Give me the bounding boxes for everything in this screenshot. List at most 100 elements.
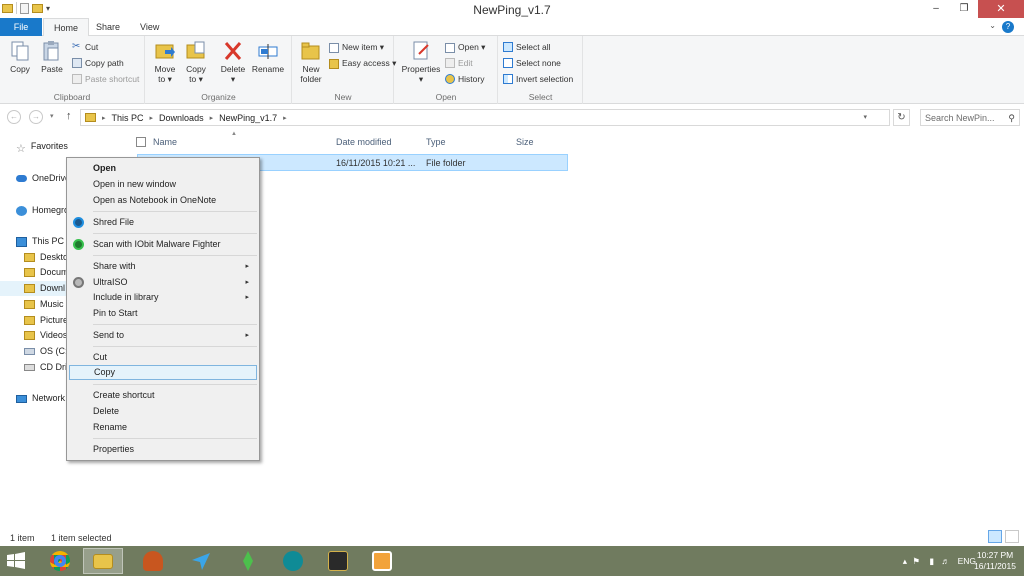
submenu-arrow-icon: ▸ bbox=[245, 294, 249, 301]
help-icon[interactable]: ? bbox=[1002, 21, 1014, 33]
tab-file[interactable]: File bbox=[0, 18, 42, 36]
chevron-right-icon[interactable]: ▸ bbox=[150, 114, 154, 122]
open-button[interactable]: Open ▾ bbox=[445, 42, 485, 53]
new-folder-button[interactable]: New folder bbox=[297, 40, 325, 84]
search-input[interactable]: Search NewPin... ⚲ bbox=[920, 109, 1020, 126]
close-button[interactable]: ✕ bbox=[978, 0, 1024, 18]
column-header-date-modified[interactable]: Date modified bbox=[336, 137, 392, 147]
column-header-name[interactable]: Name bbox=[153, 137, 177, 147]
copy-to-icon bbox=[186, 40, 206, 62]
menu-item-rename[interactable]: Rename bbox=[69, 420, 257, 435]
column-header-type[interactable]: Type bbox=[426, 137, 446, 147]
volume-icon[interactable]: ♬ bbox=[942, 556, 951, 566]
chevron-down-icon[interactable]: ▾ bbox=[863, 113, 867, 121]
delete-icon bbox=[223, 40, 243, 62]
clock[interactable]: 10:27 PM 16/11/2015 bbox=[974, 550, 1016, 572]
nav-favorites[interactable]: ☆ Favorites bbox=[16, 139, 143, 154]
menu-item-scan[interactable]: Scan with IObit Malware Fighter bbox=[69, 237, 257, 252]
menu-item-create-shortcut[interactable]: Create shortcut bbox=[69, 388, 257, 403]
paste-shortcut-button[interactable]: Paste shortcut bbox=[72, 74, 139, 84]
taskbar-app-3[interactable] bbox=[133, 548, 173, 574]
menu-item-open-onenote[interactable]: Open as Notebook in OneNote bbox=[69, 193, 257, 208]
up-button[interactable]: ↑ bbox=[66, 110, 72, 122]
cut-label: Cut bbox=[85, 42, 99, 52]
edit-button[interactable]: Edit bbox=[445, 58, 473, 68]
taskbar-app-5[interactable] bbox=[228, 548, 268, 574]
rename-label: Rename bbox=[251, 64, 285, 74]
menu-item-delete[interactable]: Delete bbox=[69, 404, 257, 419]
tab-home[interactable]: Home bbox=[43, 18, 90, 37]
address-bar[interactable]: ▸ This PC ▸ Downloads ▸ NewPing_v1.7 ▸ ▾ bbox=[80, 109, 890, 126]
taskbar-app-7[interactable] bbox=[318, 548, 358, 574]
copy-label: Copy bbox=[10, 64, 30, 74]
chevron-right-icon[interactable]: ▸ bbox=[283, 114, 287, 122]
submenu-arrow-icon: ▸ bbox=[245, 279, 249, 286]
taskbar-arduino[interactable] bbox=[273, 548, 313, 574]
easy-access-button[interactable]: Easy access ▾ bbox=[329, 58, 396, 69]
menu-item-open-new-window[interactable]: Open in new window bbox=[69, 177, 257, 192]
chevron-right-icon[interactable]: ▸ bbox=[210, 114, 214, 122]
copy-to-button[interactable]: Copy to ▾ bbox=[183, 40, 209, 84]
forward-button[interactable]: → bbox=[29, 110, 43, 124]
cut-button[interactable]: ✂ Cut bbox=[72, 42, 99, 53]
new-item-icon bbox=[329, 42, 339, 53]
menu-item-include-library[interactable]: Include in library ▸ bbox=[69, 290, 257, 305]
collapse-ribbon-icon[interactable]: ⌄ bbox=[989, 21, 996, 30]
new-item-button[interactable]: New item ▾ bbox=[329, 42, 384, 53]
minimize-button[interactable]: – bbox=[922, 0, 950, 18]
maximize-button[interactable]: ❐ bbox=[950, 0, 978, 18]
chevron-right-icon[interactable]: ▸ bbox=[102, 114, 106, 122]
refresh-button[interactable]: ↻ bbox=[893, 109, 910, 126]
select-all-button[interactable]: Select all bbox=[503, 42, 551, 52]
menu-item-ultraiso[interactable]: UltraISO ▸ bbox=[69, 275, 257, 290]
clipboard-group-label: Clipboard bbox=[53, 92, 91, 102]
properties-button[interactable]: Properties ▾ bbox=[401, 40, 441, 84]
menu-item-open[interactable]: Open bbox=[69, 161, 257, 176]
copy-button[interactable]: Copy bbox=[6, 40, 34, 74]
move-to-button[interactable]: Move to ▾ bbox=[152, 40, 178, 84]
menu-item-properties[interactable]: Properties bbox=[69, 442, 257, 457]
menu-item-pin-start[interactable]: Pin to Start bbox=[69, 306, 257, 321]
history-button[interactable]: History bbox=[445, 74, 484, 84]
breadcrumb-this-pc[interactable]: This PC bbox=[112, 113, 144, 123]
network-signal-icon[interactable]: ▮ bbox=[929, 556, 934, 567]
ribbon: Copy Paste ✂ Cut Copy path Paste shortcu… bbox=[0, 36, 1024, 104]
menu-separator bbox=[93, 255, 257, 256]
menu-item-copy[interactable]: Copy bbox=[69, 365, 257, 380]
submenu-arrow-icon: ▸ bbox=[245, 332, 249, 339]
taskbar-chrome[interactable] bbox=[40, 548, 80, 574]
mushroom-app-icon bbox=[143, 551, 163, 571]
menu-item-cut[interactable]: Cut bbox=[69, 350, 257, 365]
menu-item-share-with[interactable]: Share with ▸ bbox=[69, 259, 257, 274]
copy-path-button[interactable]: Copy path bbox=[72, 58, 124, 68]
easy-access-label: Easy access ▾ bbox=[342, 58, 397, 68]
details-view-button[interactable] bbox=[988, 530, 1002, 543]
menu-item-send-to[interactable]: Send to ▸ bbox=[69, 328, 257, 343]
delete-button[interactable]: Delete ▾ bbox=[219, 40, 247, 84]
large-icons-view-button[interactable] bbox=[1005, 530, 1019, 543]
paste-button[interactable]: Paste bbox=[38, 40, 66, 74]
taskbar-app-8[interactable] bbox=[362, 548, 402, 574]
invert-selection-button[interactable]: Invert selection bbox=[503, 74, 573, 84]
flag-icon[interactable]: ⚑ bbox=[912, 556, 920, 567]
pictures-folder-icon bbox=[24, 316, 35, 326]
back-button[interactable]: ← bbox=[7, 110, 21, 124]
taskbar-app-4[interactable] bbox=[181, 548, 221, 574]
menu-item-shred[interactable]: Shred File bbox=[69, 215, 257, 230]
rename-button[interactable]: Rename bbox=[251, 40, 285, 74]
nav-label: Docum bbox=[40, 267, 69, 277]
breadcrumb-downloads[interactable]: Downloads bbox=[159, 113, 204, 123]
tray-expand-icon[interactable]: ▴ bbox=[903, 556, 907, 567]
recent-locations-icon[interactable]: ▾ bbox=[50, 112, 54, 120]
properties-icon bbox=[411, 40, 431, 62]
breadcrumb-newping[interactable]: NewPing_v1.7 bbox=[219, 113, 277, 123]
computer-icon bbox=[16, 236, 27, 247]
select-none-button[interactable]: Select none bbox=[503, 58, 561, 68]
tab-share[interactable]: Share bbox=[86, 18, 130, 36]
tab-view[interactable]: View bbox=[130, 18, 169, 36]
column-header-size[interactable]: Size bbox=[516, 137, 534, 147]
taskbar-file-explorer[interactable] bbox=[83, 548, 123, 574]
nav-label: Downl bbox=[40, 283, 66, 293]
select-all-checkbox[interactable] bbox=[136, 137, 146, 147]
windows-start-button[interactable] bbox=[6, 552, 26, 570]
